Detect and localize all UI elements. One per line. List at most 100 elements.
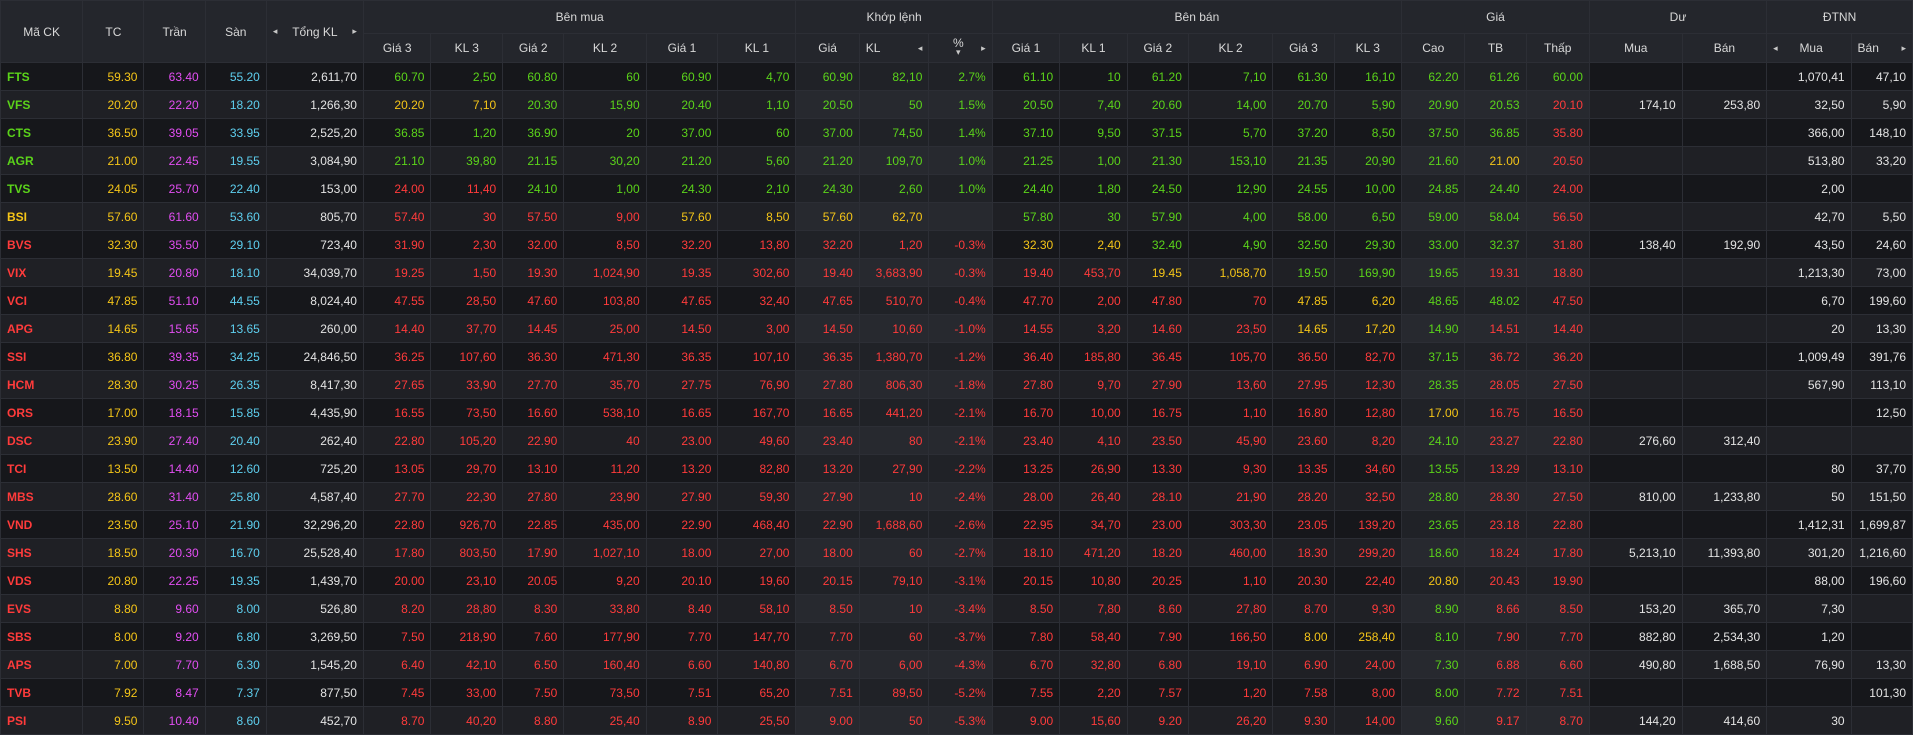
table-row[interactable]: BVS 32.30 35.50 29.10 723,40 31.90 2,30 32.00 8,…: [0, 230, 1913, 259]
cell-bid-vol1: 76,90: [717, 370, 797, 399]
table-row[interactable]: FTS 59.30 63.40 55.20 2,611,70 60.70 2,50 60.80…: [0, 62, 1913, 91]
cell-symbol[interactable]: MBS: [0, 482, 84, 511]
cell-match-vol: 27,90: [858, 454, 930, 483]
cell-ref: 36.80: [82, 342, 145, 371]
cell-match-pct: -2.1%: [928, 398, 993, 427]
cell-residual-buy: 5,213,10: [1588, 538, 1683, 567]
col-header-ask-vol3[interactable]: KL 3: [1333, 33, 1403, 63]
col-header-residual-sell[interactable]: Bán: [1681, 33, 1768, 63]
col-header-ask-vol1[interactable]: KL 1: [1059, 33, 1128, 63]
cell-bid-vol1: 19,60: [717, 566, 797, 595]
cell-high: 8.90: [1401, 594, 1466, 623]
col-header-low[interactable]: Thấp: [1525, 33, 1590, 63]
cell-symbol[interactable]: EVS: [0, 594, 84, 623]
table-row[interactable]: DSC 23.90 27.40 20.40 262,40 22.80 105,20 22.90…: [0, 426, 1913, 455]
cell-symbol[interactable]: HCM: [0, 370, 84, 399]
table-row[interactable]: TVB 7.92 8.47 7.37 877,50 7.45 33,00 7.50 73,50 7…: [0, 678, 1913, 707]
cell-floor: 8.60: [204, 706, 267, 735]
cell-symbol[interactable]: BVS: [0, 230, 84, 259]
col-header-residual-buy[interactable]: Mua: [1588, 33, 1683, 63]
table-row[interactable]: PSI 9.50 10.40 8.60 452,70 8.70 40,20 8.80 25,40…: [0, 706, 1913, 735]
col-header-floor[interactable]: Sàn: [204, 0, 267, 63]
table-row[interactable]: TCI 13.50 14.40 12.60 725,20 13.05 29,70 13.10 1…: [0, 454, 1913, 483]
cell-symbol[interactable]: VND: [0, 510, 84, 539]
cell-symbol[interactable]: VDS: [0, 566, 84, 595]
col-header-total-vol[interactable]: ◂ Tổng KL ▸: [265, 0, 364, 63]
cell-symbol[interactable]: SHS: [0, 538, 84, 567]
cell-symbol[interactable]: VFS: [0, 90, 84, 119]
cell-symbol[interactable]: TVB: [0, 678, 84, 707]
col-header-match-price[interactable]: Giá: [795, 33, 860, 63]
table-row[interactable]: EVS 8.80 9.60 8.00 526,80 8.20 28,80 8.30 33,80 8…: [0, 594, 1913, 623]
col-header-bid-vol2[interactable]: KL 2: [563, 33, 647, 63]
col-header-match-vol[interactable]: KL ◂: [858, 33, 930, 63]
next-arrow-icon[interactable]: ▸: [981, 43, 986, 54]
cell-symbol[interactable]: BSI: [0, 202, 84, 231]
col-header-high[interactable]: Cao: [1401, 33, 1466, 63]
cell-symbol[interactable]: APS: [0, 650, 84, 679]
table-row[interactable]: CTS 36.50 39.05 33.95 2,525,20 36.85 1,20 36.90…: [0, 118, 1913, 147]
table-row[interactable]: VDS 20.80 22.25 19.35 1,439,70 20.00 23,10 20.0…: [0, 566, 1913, 595]
table-row[interactable]: SHS 18.50 20.30 16.70 25,528,40 17.80 803,50 17…: [0, 538, 1913, 567]
col-header-ref[interactable]: TC: [82, 0, 145, 63]
table-row[interactable]: VIX 19.45 20.80 18.10 34,039,70 19.25 1,50 19.3…: [0, 258, 1913, 287]
prev-arrow-icon[interactable]: ◂: [918, 43, 923, 54]
cell-symbol[interactable]: TVS: [0, 174, 84, 203]
table-row[interactable]: MBS 28.60 31.40 25.80 4,587,40 27.70 22,30 27.8…: [0, 482, 1913, 511]
table-row[interactable]: AGR 21.00 22.45 19.55 3,084,90 21.10 39,80 21.1…: [0, 146, 1913, 175]
cell-ask-price2: 9.20: [1126, 706, 1189, 735]
col-header-ceil[interactable]: Trần: [143, 0, 206, 63]
col-header-avg[interactable]: TB: [1464, 33, 1527, 63]
col-header-bid-price3[interactable]: Giá 3: [362, 33, 432, 63]
cell-symbol[interactable]: DSC: [0, 426, 84, 455]
col-header-foreign-sell[interactable]: Bán ▸: [1850, 33, 1913, 63]
table-row[interactable]: SBS 8.00 9.20 6.80 3,269,50 7.50 218,90 7.60 177…: [0, 622, 1913, 651]
cell-symbol[interactable]: VCI: [0, 286, 84, 315]
cell-ceil: 31.40: [143, 482, 206, 511]
cell-symbol[interactable]: ORS: [0, 398, 84, 427]
cell-symbol[interactable]: SSI: [0, 342, 84, 371]
col-header-ask-price3[interactable]: Giá 3: [1272, 33, 1335, 63]
cell-symbol[interactable]: SBS: [0, 622, 84, 651]
table-row[interactable]: VND 23.50 25.10 21.90 32,296,20 22.80 926,70 22…: [0, 510, 1913, 539]
table-row[interactable]: APG 14.65 15.65 13.65 260,00 14.40 37,70 14.45 2…: [0, 314, 1913, 343]
cell-high: 7.30: [1401, 650, 1466, 679]
cell-symbol[interactable]: APG: [0, 314, 84, 343]
col-header-bid-vol1[interactable]: KL 1: [717, 33, 797, 63]
cell-residual-sell: [1681, 286, 1768, 315]
cell-match-price: 7.70: [795, 622, 860, 651]
col-header-ask-price1[interactable]: Giá 1: [991, 33, 1061, 63]
cell-ceil: 39.05: [143, 118, 206, 147]
cell-match-price: 22.90: [795, 510, 860, 539]
cell-symbol[interactable]: CTS: [0, 118, 84, 147]
table-row[interactable]: ORS 17.00 18.15 15.85 4,435,90 16.55 73,50 16.6…: [0, 398, 1913, 427]
col-header-ask-price2[interactable]: Giá 2: [1126, 33, 1189, 63]
table-row[interactable]: BSI 57.60 61.60 53.60 805,70 57.40 30 57.50 9,00…: [0, 202, 1913, 231]
col-header-bid-price1[interactable]: Giá 1: [645, 33, 719, 63]
table-row[interactable]: TVS 24.05 25.70 22.40 153,00 24.00 11,40 24.10 1…: [0, 174, 1913, 203]
cell-symbol[interactable]: AGR: [0, 146, 84, 175]
next-arrow-icon[interactable]: ▸: [1901, 43, 1906, 54]
table-row[interactable]: SSI 36.80 39.35 34.25 24,846,50 36.25 107,60 36…: [0, 342, 1913, 371]
cell-symbol[interactable]: VIX: [0, 258, 84, 287]
cell-symbol[interactable]: FTS: [0, 62, 84, 91]
cell-symbol[interactable]: PSI: [0, 706, 84, 735]
table-row[interactable]: HCM 28.30 30.25 26.35 8,417,30 27.65 33,90 27.7…: [0, 370, 1913, 399]
col-header-symbol[interactable]: Mã CK: [0, 0, 84, 63]
col-header-bid-vol3[interactable]: KL 3: [430, 33, 504, 63]
prev-arrow-icon[interactable]: ◂: [1773, 43, 1778, 54]
col-header-ask-vol2[interactable]: KL 2: [1187, 33, 1274, 63]
col-header-match-pct[interactable]: % ▾ ▸: [928, 33, 993, 63]
cell-symbol[interactable]: TCI: [0, 454, 84, 483]
table-row[interactable]: APS 7.00 7.70 6.30 1,545,20 6.40 42,10 6.50 160,…: [0, 650, 1913, 679]
col-header-bid-price2[interactable]: Giá 2: [502, 33, 565, 63]
cell-ask-price2: 36.45: [1126, 342, 1189, 371]
col-header-foreign-buy[interactable]: ◂ Mua: [1766, 33, 1852, 63]
prev-arrow-icon[interactable]: ◂: [273, 26, 278, 37]
next-arrow-icon[interactable]: ▸: [352, 26, 357, 37]
table-row[interactable]: VFS 20.20 22.20 18.20 1,266,30 20.20 7,10 20.30…: [0, 90, 1913, 119]
cell-foreign-buy: [1766, 678, 1852, 707]
cell-bid-price2: 22.90: [502, 426, 565, 455]
table-row[interactable]: VCI 47.85 51.10 44.55 8,024,40 47.55 28,50 47.6…: [0, 286, 1913, 315]
sort-desc-icon[interactable]: ▾: [956, 48, 961, 57]
